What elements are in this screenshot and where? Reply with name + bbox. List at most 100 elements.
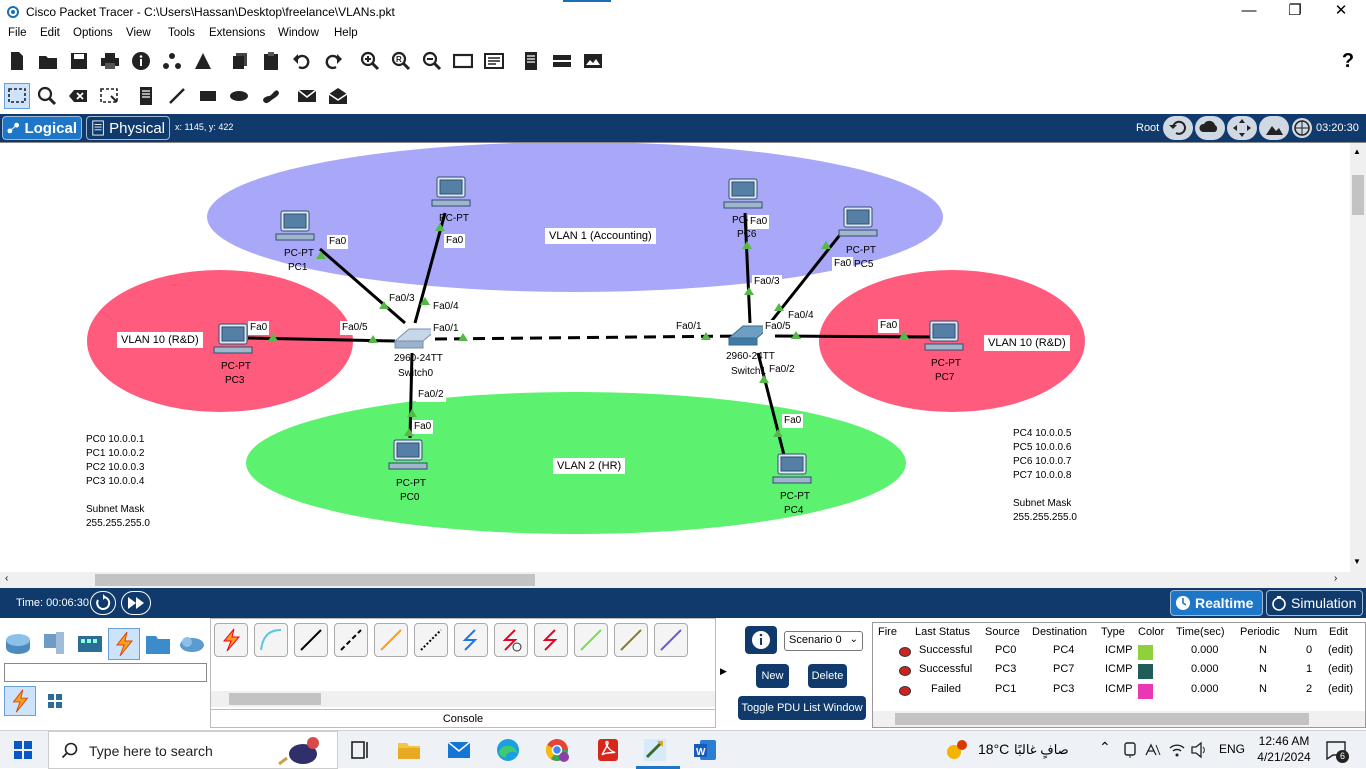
tab-physical[interactable]: Physical [86,116,170,140]
word-icon[interactable]: W [692,737,718,763]
save-icon[interactable] [67,49,91,73]
serial-dce-cable-icon[interactable] [494,623,528,657]
connection-panel-scroll-thumb[interactable] [229,693,321,705]
zoom-reset-icon[interactable]: R [389,49,413,73]
network-devices-category-icon[interactable] [4,630,32,658]
pdu-edit-link[interactable]: (edit) [1328,683,1353,695]
column-header-color[interactable]: Color [1138,626,1164,638]
custom-device-dialog-icon[interactable] [482,49,506,73]
delete-icon[interactable] [66,84,90,108]
network-icon[interactable] [160,49,184,73]
fiber-cable-icon[interactable] [374,623,408,657]
tab-logical[interactable]: Logical [2,116,82,140]
column-header-source[interactable]: Source [985,626,1020,638]
auto-connection-icon[interactable] [214,623,248,657]
menu-view[interactable]: View [126,27,151,39]
draw-ellipse-icon[interactable] [227,84,251,108]
realtime-mode-button[interactable]: Realtime [1170,590,1263,616]
info-icon[interactable] [129,49,153,73]
menu-options[interactable]: Options [73,27,113,39]
menu-extensions[interactable]: Extensions [209,27,265,39]
taskbar-search-box[interactable]: Type here to search [48,731,338,769]
delete-scenario-button[interactable]: Delete [808,664,847,688]
end-devices-category-icon[interactable] [40,630,68,658]
fire-icon[interactable] [899,666,911,676]
new-cluster-icon[interactable] [1195,116,1225,140]
ip-notes-right[interactable]: PC4 10.0.0.5 PC5 10.0.0.6 PC6 10.0.0.7 P… [1009,425,1086,527]
phone-cable-icon[interactable] [414,623,448,657]
zoom-in-icon[interactable] [358,49,382,73]
activity-wizard-icon[interactable] [191,49,215,73]
weather-icon[interactable] [944,739,970,761]
packet-tracer-taskbar-icon[interactable] [642,737,668,763]
notes-icon[interactable] [519,49,543,73]
windows-start-icon[interactable] [14,741,32,759]
back-icon[interactable] [1163,116,1193,140]
draw-rectangle-icon[interactable] [196,84,220,108]
web-view-icon[interactable] [581,49,605,73]
column-header-periodic[interactable]: Periodic [1240,626,1280,638]
column-header-type[interactable]: Type [1101,626,1125,638]
taskbar-clock-date[interactable]: 4/21/2024 [1254,750,1314,764]
logical-workspace[interactable]: VLAN 1 (Accounting) VLAN 10 (R&D) VLAN 1… [0,142,1366,588]
pc7-icon[interactable] [924,320,964,351]
undo-icon[interactable] [290,49,314,73]
file-explorer-icon[interactable] [396,737,422,763]
column-header-last-status[interactable]: Last Status [915,626,970,638]
device-search-field[interactable] [4,663,207,682]
open-folder-icon[interactable] [36,49,60,73]
menu-help[interactable]: Help [334,27,358,39]
add-simple-pdu-icon[interactable] [295,84,319,108]
straight-through-cable-icon[interactable] [294,623,328,657]
language-bar-icon[interactable] [1144,741,1162,759]
edge-browser-icon[interactable] [495,737,521,763]
help-icon[interactable]: ? [1336,49,1360,73]
menu-tools[interactable]: Tools [168,27,195,39]
table-row[interactable]: Successful PC3 PC7 ICMP 0.000 N 1 (edit) [873,661,1365,681]
pdu-table-scrollbar[interactable] [873,711,1365,727]
place-note-icon[interactable] [134,84,158,108]
viewport-icon[interactable] [1292,118,1312,138]
draw-line-icon[interactable] [165,84,189,108]
show-hidden-icons-icon[interactable]: ⌃ [1099,739,1111,756]
toggle-pdu-list-button[interactable]: Toggle PDU List Window [738,696,866,720]
volume-icon[interactable] [1190,741,1208,759]
scroll-down-icon[interactable]: ▼ [1353,557,1361,566]
wifi-icon[interactable] [1168,741,1186,759]
link-sw0-sw1[interactable] [434,334,741,341]
column-header-time[interactable]: Time(sec) [1176,626,1224,638]
column-header-num[interactable]: Num [1294,626,1317,638]
maximize-button[interactable]: ❐ [1272,0,1318,24]
menu-file[interactable]: File [8,27,27,39]
horizontal-scrollbar[interactable]: ‹ › [0,572,1366,588]
freeform-icon[interactable] [258,84,282,108]
pc6-icon[interactable] [723,178,763,209]
pc3-icon[interactable] [213,323,253,354]
components-category-icon[interactable] [76,630,104,658]
topology-canvas[interactable] [0,143,1350,573]
vertical-scroll-thumb[interactable] [1352,175,1364,215]
drawing-palette-icon[interactable] [451,49,475,73]
pc4-icon[interactable] [772,453,812,484]
input-language[interactable]: ENG [1219,742,1245,756]
fire-icon[interactable] [899,647,911,657]
scroll-right-icon[interactable]: › [1334,573,1337,584]
cluster-icon[interactable] [550,49,574,73]
scroll-left-icon[interactable]: ‹ [5,573,8,584]
pc5-icon[interactable] [838,206,878,237]
pc2-icon[interactable] [431,176,471,207]
multiuser-category-icon[interactable] [178,630,206,658]
inspect-icon[interactable] [35,84,59,108]
taskbar-clock-time[interactable]: 12:46 AM [1254,734,1314,748]
crossover-cable-icon[interactable] [334,623,368,657]
select-icon[interactable] [4,83,30,109]
new-scenario-button[interactable]: New [756,664,789,688]
close-button[interactable]: ✕ [1318,0,1364,24]
usb-cable-icon[interactable] [654,623,688,657]
copy-icon[interactable] [228,49,252,73]
ip-notes-left[interactable]: PC0 10.0.0.1 PC1 10.0.0.2 PC2 10.0.0.3 P… [82,431,159,533]
column-header-fire[interactable]: Fire [878,626,897,638]
add-complex-pdu-icon[interactable] [326,84,350,108]
task-view-icon[interactable] [348,737,374,763]
serial-dte-cable-icon[interactable] [534,623,568,657]
